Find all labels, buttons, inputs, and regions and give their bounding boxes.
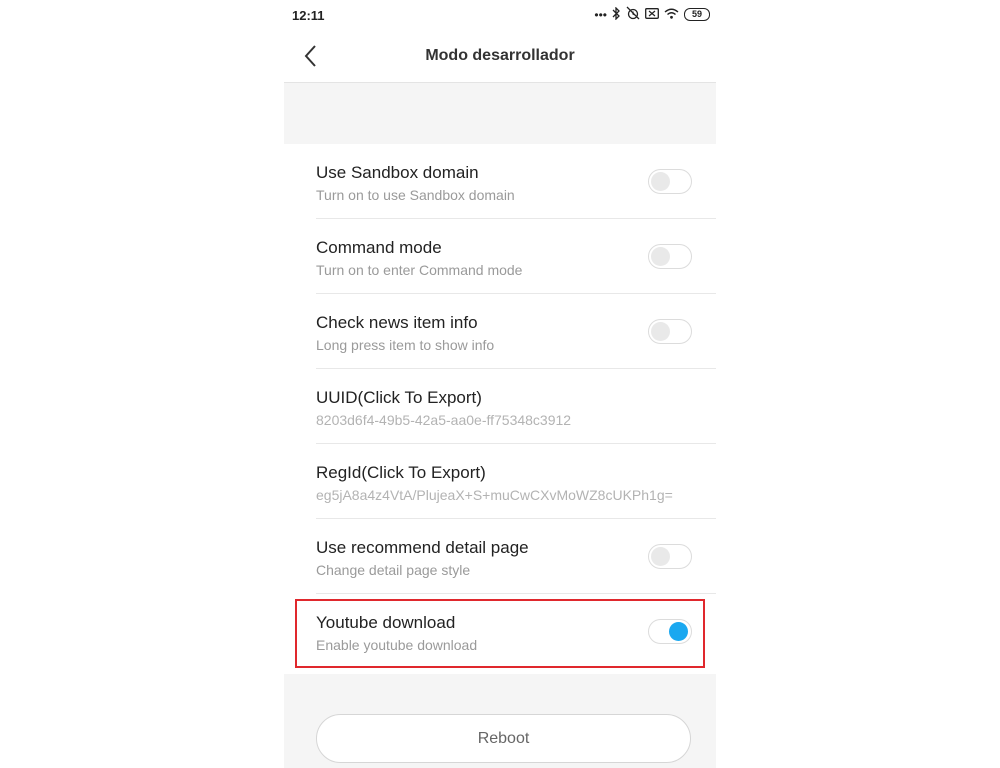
command-mode-toggle[interactable]	[648, 244, 692, 269]
setting-row-command-mode[interactable]: Command mode Turn on to enter Command mo…	[284, 219, 716, 294]
setting-title: UUID(Click To Export)	[316, 388, 482, 407]
youtube-download-toggle[interactable]	[648, 619, 692, 644]
status-bar: 12:11 ••• 59	[284, 0, 716, 30]
setting-subtitle: Change detail page style	[316, 562, 471, 578]
status-time: 12:11	[292, 8, 325, 23]
app-header: Modo desarrollador	[284, 30, 716, 83]
toggle-knob	[651, 172, 670, 191]
setting-title: Check news item info	[316, 313, 478, 332]
regid-value: eg5jA8a4z4VtA/PlujeaX+S+muCwCXvMoWZ8cUKP…	[316, 487, 673, 503]
setting-subtitle: Long press item to show info	[316, 337, 495, 353]
setting-row-youtube-download[interactable]: Youtube download Enable youtube download	[284, 594, 716, 669]
setting-subtitle: Turn on to enter Command mode	[316, 262, 523, 278]
reboot-button[interactable]: Reboot	[316, 714, 691, 763]
phone-screen: 12:11 ••• 59 Modo desarrollador Use Sand…	[284, 0, 716, 768]
sandbox-domain-toggle[interactable]	[648, 169, 692, 194]
sim-icon	[645, 7, 659, 22]
recommend-detail-toggle[interactable]	[648, 544, 692, 569]
setting-row-uuid[interactable]: UUID(Click To Export) 8203d6f4-49b5-42a5…	[284, 369, 716, 444]
toggle-knob	[651, 547, 670, 566]
setting-row-recommend-detail[interactable]: Use recommend detail page Change detail …	[284, 519, 716, 594]
uuid-value: 8203d6f4-49b5-42a5-aa0e-ff75348c3912	[316, 412, 572, 428]
setting-row-check-news-info[interactable]: Check news item info Long press item to …	[284, 294, 716, 369]
setting-title: Command mode	[316, 238, 442, 257]
setting-row-sandbox-domain[interactable]: Use Sandbox domain Turn on to use Sandbo…	[284, 144, 716, 219]
bluetooth-icon	[612, 5, 621, 23]
section-spacer	[284, 83, 716, 144]
dots-icon: •••	[594, 7, 607, 22]
setting-title: RegId(Click To Export)	[316, 463, 486, 482]
alarm-off-icon	[626, 6, 640, 23]
bottom-area: Reboot	[284, 674, 716, 768]
page-title: Modo desarrollador	[425, 47, 575, 64]
wifi-icon	[664, 8, 679, 22]
setting-subtitle: Turn on to use Sandbox domain	[316, 187, 515, 203]
status-icons: ••• 59	[594, 5, 710, 23]
toggle-knob	[651, 322, 670, 341]
settings-list: Use Sandbox domain Turn on to use Sandbo…	[284, 144, 716, 669]
check-news-info-toggle[interactable]	[648, 319, 692, 344]
toggle-knob	[669, 622, 688, 641]
battery-icon: 59	[684, 8, 710, 21]
setting-row-regid[interactable]: RegId(Click To Export) eg5jA8a4z4VtA/Plu…	[284, 444, 716, 519]
setting-title: Youtube download	[316, 613, 456, 632]
setting-subtitle: Enable youtube download	[316, 637, 478, 653]
toggle-knob	[651, 247, 670, 266]
setting-title: Use Sandbox domain	[316, 163, 479, 182]
setting-title: Use recommend detail page	[316, 538, 529, 557]
